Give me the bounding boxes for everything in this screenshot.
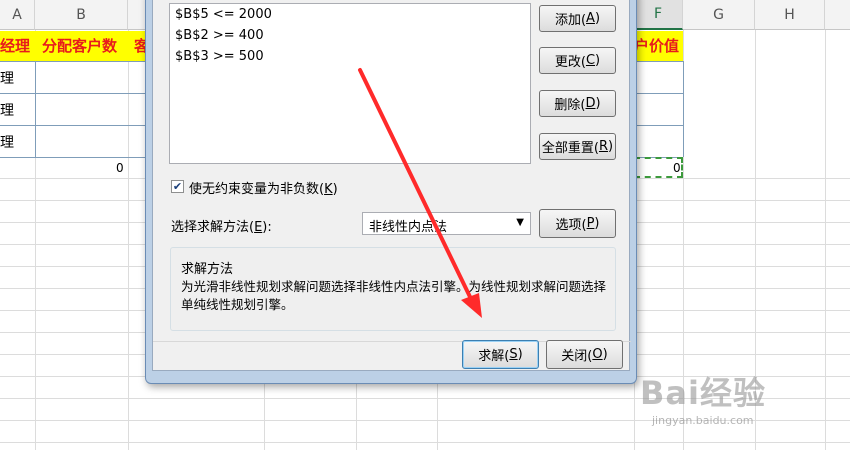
- column-a-label: A: [12, 6, 22, 23]
- close-button[interactable]: 关闭(O): [546, 340, 623, 369]
- solve-button[interactable]: 求解(S): [462, 340, 539, 369]
- delete-label-end: ): [595, 96, 601, 111]
- solve-accel-key: S: [509, 347, 518, 362]
- dropdown-arrow-icon: ▼: [516, 217, 524, 228]
- close-label-end: ): [602, 347, 608, 362]
- solve-label: 求解(: [478, 349, 510, 364]
- method-label-end: ):: [262, 220, 272, 235]
- baidu-jingyan-watermark: Bai经验 jingyan.baidu.com: [640, 368, 766, 427]
- add-constraint-button[interactable]: 添加(A): [539, 5, 616, 32]
- solver-parameters-dialog: $B$5 <= 2000 $B$2 >= 400 $B$3 >= 500 添加(…: [145, 0, 637, 384]
- reset-all-button[interactable]: 全部重置(R): [539, 133, 616, 160]
- column-header-i[interactable]: [825, 0, 850, 30]
- column-header-c[interactable]: [128, 0, 146, 30]
- change-label-end: ): [595, 53, 601, 68]
- add-accel-key: A: [586, 11, 595, 26]
- delete-label: 删除(: [554, 98, 586, 113]
- constraint-item[interactable]: $B$3 >= 500: [170, 46, 530, 67]
- options-accel-key: P: [586, 216, 595, 231]
- column-h-label: H: [784, 6, 795, 23]
- constraints-list[interactable]: $B$5 <= 2000 $B$2 >= 400 $B$3 >= 500: [169, 3, 531, 164]
- nonnegative-checkbox[interactable]: ✔: [171, 180, 184, 193]
- watermark-brand: Bai经验: [640, 374, 766, 412]
- column-header-g[interactable]: G: [683, 0, 755, 30]
- reset-label: 全部重置(: [541, 141, 599, 156]
- group-description: 为光滑非线性规划求解问题选择非线性内点法引擎。为线性规划求解问题选择单纯线性规划…: [181, 279, 607, 312]
- selected-method: 非线性内点法: [369, 220, 448, 235]
- solving-method-select[interactable]: 非线性内点法 ▼: [362, 212, 531, 235]
- delete-constraint-button[interactable]: 删除(D): [539, 90, 616, 117]
- column-header-a[interactable]: A: [0, 0, 35, 30]
- nonnegative-text-end: ): [332, 182, 338, 197]
- column-f-label: F: [653, 6, 663, 22]
- delete-accel-key: D: [585, 96, 596, 111]
- column-b-label: B: [76, 6, 86, 23]
- dialog-body: $B$5 <= 2000 $B$2 >= 400 $B$3 >= 500 添加(…: [152, 0, 631, 371]
- change-label: 更改(: [554, 55, 586, 70]
- group-title: 求解方法: [181, 262, 234, 277]
- reset-label-end: ): [608, 139, 614, 154]
- close-label: 关闭(: [561, 349, 593, 364]
- reset-accel-key: R: [598, 139, 609, 154]
- nonnegative-text: 使无约束变量为非负数(: [189, 182, 325, 197]
- method-label-text: 选择求解方法(: [171, 220, 255, 235]
- column-header-b[interactable]: B: [35, 0, 128, 30]
- options-label-end: ): [594, 216, 600, 231]
- solving-method-label: 选择求解方法(E):: [171, 216, 272, 235]
- nonnegative-accel-key: K: [324, 182, 333, 197]
- options-button[interactable]: 选项(P): [539, 209, 616, 238]
- header-cell-customer-value[interactable]: 户价值: [634, 31, 679, 61]
- solve-label-end: ): [517, 347, 523, 362]
- table-border: [35, 61, 36, 157]
- close-accel-key: O: [592, 347, 603, 362]
- header-cell-manager[interactable]: 经理: [0, 31, 30, 61]
- solving-method-groupbox: 求解方法 为光滑非线性规划求解问题选择非线性内点法引擎。为线性规划求解问题选择单…: [170, 247, 616, 331]
- change-constraint-button[interactable]: 更改(C): [539, 47, 616, 74]
- change-accel-key: C: [585, 53, 596, 68]
- row-label-cell[interactable]: 理: [0, 132, 14, 152]
- header-cell-assigned-customers[interactable]: 分配客户数: [42, 31, 117, 61]
- table-border: [683, 61, 684, 157]
- row-label-cell[interactable]: 理: [0, 68, 14, 88]
- gridline: [0, 442, 850, 443]
- options-label: 选项(: [555, 218, 587, 233]
- cell-b5-value[interactable]: 0: [116, 161, 124, 175]
- gridline: [825, 30, 826, 450]
- cell-f5-value[interactable]: 0: [673, 161, 681, 175]
- column-header-h[interactable]: H: [755, 0, 825, 30]
- row-label-cell[interactable]: 理: [0, 100, 14, 120]
- add-label-end: ): [594, 11, 601, 26]
- add-label: 添加(: [554, 13, 587, 28]
- watermark-url: jingyan.baidu.com: [652, 414, 754, 427]
- constraint-item[interactable]: $B$2 >= 400: [170, 25, 530, 46]
- column-g-label: G: [713, 6, 724, 23]
- dialog-content-offset: $B$5 <= 2000 $B$2 >= 400 $B$3 >= 500 添加(…: [153, 0, 631, 371]
- nonnegative-label[interactable]: 使无约束变量为非负数(K): [189, 178, 338, 197]
- constraint-item[interactable]: $B$5 <= 2000: [170, 4, 530, 25]
- column-header-f[interactable]: F: [634, 0, 683, 30]
